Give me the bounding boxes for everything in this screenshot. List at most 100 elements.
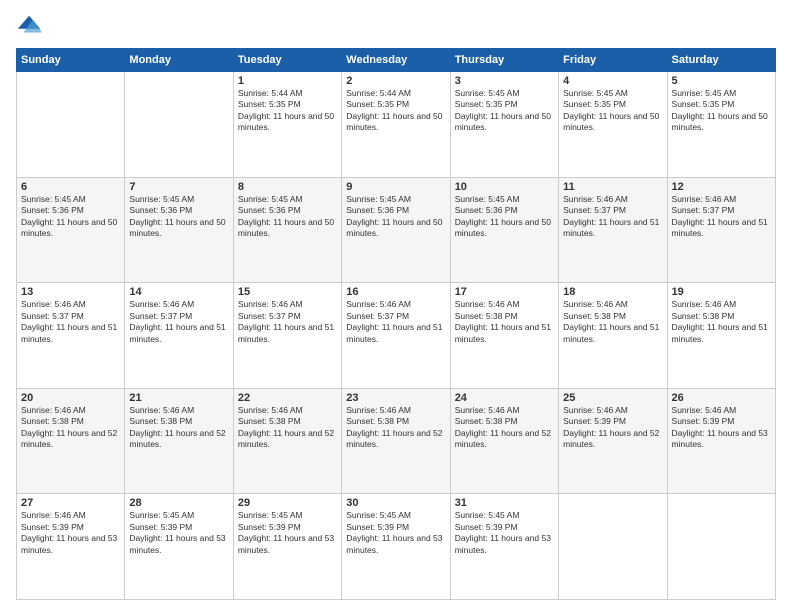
day-number: 6 xyxy=(21,181,120,193)
day-info: Sunrise: 5:46 AM Sunset: 5:37 PM Dayligh… xyxy=(346,299,445,345)
calendar-cell xyxy=(559,494,667,600)
day-number: 28 xyxy=(129,497,228,509)
weekday-header-friday: Friday xyxy=(559,49,667,72)
day-info: Sunrise: 5:46 AM Sunset: 5:38 PM Dayligh… xyxy=(455,299,554,345)
calendar-cell: 17Sunrise: 5:46 AM Sunset: 5:38 PM Dayli… xyxy=(450,283,558,389)
calendar-cell: 19Sunrise: 5:46 AM Sunset: 5:38 PM Dayli… xyxy=(667,283,775,389)
calendar-cell: 6Sunrise: 5:45 AM Sunset: 5:36 PM Daylig… xyxy=(17,177,125,283)
day-number: 4 xyxy=(563,75,662,87)
day-number: 20 xyxy=(21,392,120,404)
calendar-cell: 22Sunrise: 5:46 AM Sunset: 5:38 PM Dayli… xyxy=(233,388,341,494)
calendar-cell: 31Sunrise: 5:45 AM Sunset: 5:39 PM Dayli… xyxy=(450,494,558,600)
weekday-header-saturday: Saturday xyxy=(667,49,775,72)
day-info: Sunrise: 5:46 AM Sunset: 5:38 PM Dayligh… xyxy=(455,405,554,451)
day-number: 26 xyxy=(672,392,771,404)
day-info: Sunrise: 5:44 AM Sunset: 5:35 PM Dayligh… xyxy=(238,88,337,134)
day-info: Sunrise: 5:45 AM Sunset: 5:39 PM Dayligh… xyxy=(129,510,228,556)
day-number: 7 xyxy=(129,181,228,193)
day-number: 10 xyxy=(455,181,554,193)
logo xyxy=(16,12,48,40)
day-info: Sunrise: 5:46 AM Sunset: 5:37 PM Dayligh… xyxy=(21,299,120,345)
calendar-cell: 13Sunrise: 5:46 AM Sunset: 5:37 PM Dayli… xyxy=(17,283,125,389)
calendar-cell: 7Sunrise: 5:45 AM Sunset: 5:36 PM Daylig… xyxy=(125,177,233,283)
day-info: Sunrise: 5:46 AM Sunset: 5:38 PM Dayligh… xyxy=(21,405,120,451)
day-info: Sunrise: 5:46 AM Sunset: 5:38 PM Dayligh… xyxy=(238,405,337,451)
day-info: Sunrise: 5:45 AM Sunset: 5:36 PM Dayligh… xyxy=(21,194,120,240)
logo-icon xyxy=(16,12,44,40)
calendar-cell: 12Sunrise: 5:46 AM Sunset: 5:37 PM Dayli… xyxy=(667,177,775,283)
day-info: Sunrise: 5:45 AM Sunset: 5:36 PM Dayligh… xyxy=(238,194,337,240)
calendar-cell: 3Sunrise: 5:45 AM Sunset: 5:35 PM Daylig… xyxy=(450,72,558,178)
day-number: 29 xyxy=(238,497,337,509)
calendar-week-4: 27Sunrise: 5:46 AM Sunset: 5:39 PM Dayli… xyxy=(17,494,776,600)
day-info: Sunrise: 5:45 AM Sunset: 5:35 PM Dayligh… xyxy=(455,88,554,134)
day-info: Sunrise: 5:44 AM Sunset: 5:35 PM Dayligh… xyxy=(346,88,445,134)
calendar-cell: 26Sunrise: 5:46 AM Sunset: 5:39 PM Dayli… xyxy=(667,388,775,494)
day-number: 8 xyxy=(238,181,337,193)
calendar-cell: 24Sunrise: 5:46 AM Sunset: 5:38 PM Dayli… xyxy=(450,388,558,494)
day-number: 12 xyxy=(672,181,771,193)
calendar-cell: 9Sunrise: 5:45 AM Sunset: 5:36 PM Daylig… xyxy=(342,177,450,283)
day-info: Sunrise: 5:45 AM Sunset: 5:36 PM Dayligh… xyxy=(346,194,445,240)
calendar-week-3: 20Sunrise: 5:46 AM Sunset: 5:38 PM Dayli… xyxy=(17,388,776,494)
day-info: Sunrise: 5:45 AM Sunset: 5:39 PM Dayligh… xyxy=(238,510,337,556)
calendar-cell: 4Sunrise: 5:45 AM Sunset: 5:35 PM Daylig… xyxy=(559,72,667,178)
day-number: 16 xyxy=(346,286,445,298)
calendar-cell: 2Sunrise: 5:44 AM Sunset: 5:35 PM Daylig… xyxy=(342,72,450,178)
day-info: Sunrise: 5:45 AM Sunset: 5:39 PM Dayligh… xyxy=(455,510,554,556)
day-number: 30 xyxy=(346,497,445,509)
day-info: Sunrise: 5:46 AM Sunset: 5:39 PM Dayligh… xyxy=(563,405,662,451)
calendar-cell: 1Sunrise: 5:44 AM Sunset: 5:35 PM Daylig… xyxy=(233,72,341,178)
calendar-cell: 14Sunrise: 5:46 AM Sunset: 5:37 PM Dayli… xyxy=(125,283,233,389)
calendar-cell: 5Sunrise: 5:45 AM Sunset: 5:35 PM Daylig… xyxy=(667,72,775,178)
day-info: Sunrise: 5:46 AM Sunset: 5:39 PM Dayligh… xyxy=(21,510,120,556)
calendar-cell xyxy=(17,72,125,178)
calendar-cell: 8Sunrise: 5:45 AM Sunset: 5:36 PM Daylig… xyxy=(233,177,341,283)
day-info: Sunrise: 5:45 AM Sunset: 5:35 PM Dayligh… xyxy=(563,88,662,134)
calendar-cell: 16Sunrise: 5:46 AM Sunset: 5:37 PM Dayli… xyxy=(342,283,450,389)
day-number: 24 xyxy=(455,392,554,404)
weekday-header-row: SundayMondayTuesdayWednesdayThursdayFrid… xyxy=(17,49,776,72)
day-info: Sunrise: 5:46 AM Sunset: 5:38 PM Dayligh… xyxy=(563,299,662,345)
day-number: 27 xyxy=(21,497,120,509)
calendar-cell: 21Sunrise: 5:46 AM Sunset: 5:38 PM Dayli… xyxy=(125,388,233,494)
day-info: Sunrise: 5:46 AM Sunset: 5:37 PM Dayligh… xyxy=(238,299,337,345)
day-info: Sunrise: 5:46 AM Sunset: 5:37 PM Dayligh… xyxy=(129,299,228,345)
day-info: Sunrise: 5:45 AM Sunset: 5:36 PM Dayligh… xyxy=(455,194,554,240)
day-number: 9 xyxy=(346,181,445,193)
day-number: 11 xyxy=(563,181,662,193)
calendar-cell: 20Sunrise: 5:46 AM Sunset: 5:38 PM Dayli… xyxy=(17,388,125,494)
day-info: Sunrise: 5:46 AM Sunset: 5:37 PM Dayligh… xyxy=(563,194,662,240)
day-number: 2 xyxy=(346,75,445,87)
calendar-cell: 11Sunrise: 5:46 AM Sunset: 5:37 PM Dayli… xyxy=(559,177,667,283)
calendar-cell: 30Sunrise: 5:45 AM Sunset: 5:39 PM Dayli… xyxy=(342,494,450,600)
weekday-header-monday: Monday xyxy=(125,49,233,72)
page: SundayMondayTuesdayWednesdayThursdayFrid… xyxy=(0,0,792,612)
calendar-week-2: 13Sunrise: 5:46 AM Sunset: 5:37 PM Dayli… xyxy=(17,283,776,389)
day-number: 13 xyxy=(21,286,120,298)
day-number: 22 xyxy=(238,392,337,404)
day-number: 18 xyxy=(563,286,662,298)
calendar-cell: 29Sunrise: 5:45 AM Sunset: 5:39 PM Dayli… xyxy=(233,494,341,600)
weekday-header-wednesday: Wednesday xyxy=(342,49,450,72)
day-number: 14 xyxy=(129,286,228,298)
weekday-header-tuesday: Tuesday xyxy=(233,49,341,72)
header xyxy=(16,12,776,40)
weekday-header-thursday: Thursday xyxy=(450,49,558,72)
calendar-table: SundayMondayTuesdayWednesdayThursdayFrid… xyxy=(16,48,776,600)
day-number: 19 xyxy=(672,286,771,298)
day-info: Sunrise: 5:46 AM Sunset: 5:38 PM Dayligh… xyxy=(346,405,445,451)
day-info: Sunrise: 5:46 AM Sunset: 5:38 PM Dayligh… xyxy=(129,405,228,451)
weekday-header-sunday: Sunday xyxy=(17,49,125,72)
day-number: 31 xyxy=(455,497,554,509)
calendar-cell xyxy=(125,72,233,178)
day-info: Sunrise: 5:46 AM Sunset: 5:37 PM Dayligh… xyxy=(672,194,771,240)
day-info: Sunrise: 5:45 AM Sunset: 5:39 PM Dayligh… xyxy=(346,510,445,556)
day-info: Sunrise: 5:46 AM Sunset: 5:38 PM Dayligh… xyxy=(672,299,771,345)
calendar-cell: 15Sunrise: 5:46 AM Sunset: 5:37 PM Dayli… xyxy=(233,283,341,389)
calendar-cell: 10Sunrise: 5:45 AM Sunset: 5:36 PM Dayli… xyxy=(450,177,558,283)
day-number: 25 xyxy=(563,392,662,404)
day-info: Sunrise: 5:46 AM Sunset: 5:39 PM Dayligh… xyxy=(672,405,771,451)
day-number: 1 xyxy=(238,75,337,87)
day-number: 5 xyxy=(672,75,771,87)
